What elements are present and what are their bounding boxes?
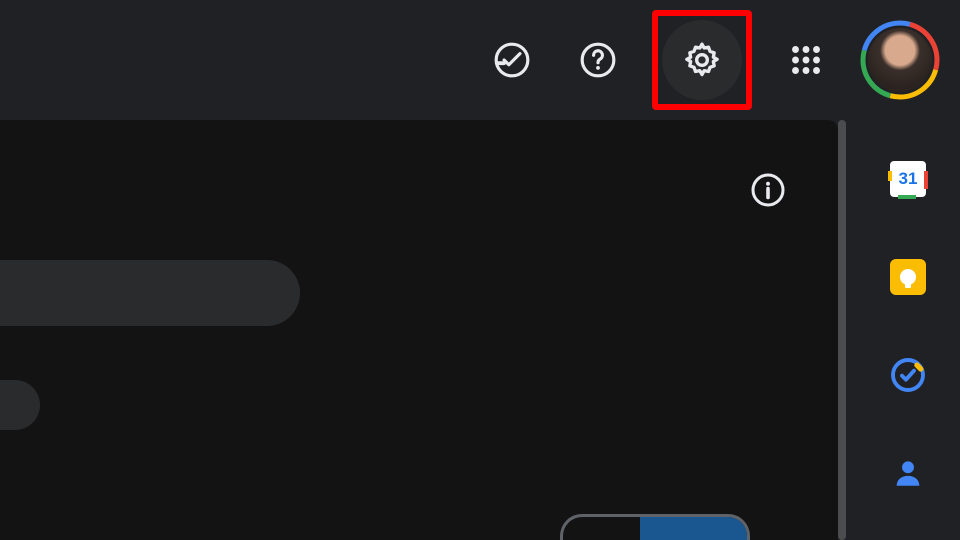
top-bar — [0, 0, 960, 120]
lightbulb-icon — [900, 269, 916, 285]
toolbar-pill-small[interactable] — [0, 380, 40, 430]
tab-active-indicator — [640, 517, 747, 540]
keep-app-button[interactable] — [887, 256, 929, 298]
settings-button[interactable] — [662, 20, 742, 100]
toolbar-pill[interactable] — [0, 260, 300, 326]
tasks-icon — [890, 357, 926, 393]
offline-ready-button[interactable] — [480, 28, 544, 92]
keep-icon — [890, 259, 926, 295]
settings-highlight-box — [652, 10, 752, 110]
gear-icon — [682, 40, 722, 80]
info-button[interactable] — [748, 170, 788, 210]
calendar-day-label: 31 — [899, 169, 918, 189]
apps-button[interactable] — [774, 28, 838, 92]
help-button[interactable] — [566, 28, 630, 92]
tasks-app-button[interactable] — [887, 354, 929, 396]
side-panel: 31 — [856, 120, 960, 540]
contacts-icon — [891, 456, 925, 490]
contacts-app-button[interactable] — [887, 452, 929, 494]
help-icon — [579, 41, 617, 79]
avatar-ring-icon — [860, 20, 940, 100]
vertical-scrollbar[interactable] — [838, 120, 846, 540]
bottom-tab[interactable] — [560, 514, 750, 540]
account-avatar[interactable] — [860, 20, 940, 100]
apps-grid-icon — [788, 42, 824, 78]
calendar-app-button[interactable]: 31 — [887, 158, 929, 200]
main-content-card — [0, 120, 838, 540]
checkmark-circle-icon — [493, 41, 531, 79]
calendar-icon: 31 — [890, 161, 926, 197]
info-icon — [750, 172, 786, 208]
